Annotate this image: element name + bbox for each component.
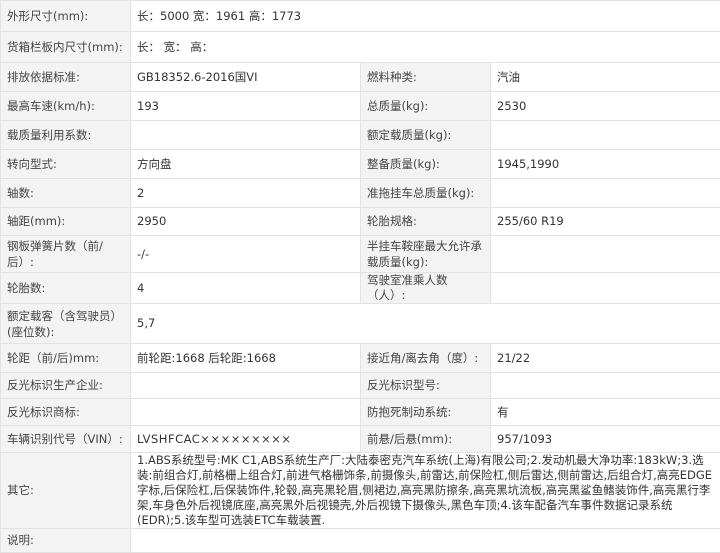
row-seats: 额定载客（含驾驶员）(座位数): 5,7	[1, 304, 720, 344]
row-steering: 转向型式: 方向盘 整备质量(kg): 1945,1990	[1, 150, 720, 179]
row-axles: 轴数: 2 准拖挂车总质量(kg):	[1, 179, 720, 208]
value-rated-passengers: 5,7	[131, 304, 720, 344]
label-saddle-load: 半挂车鞍座最大允许承载质量(kg):	[361, 236, 491, 273]
value-trailer-mass	[491, 179, 720, 208]
value-load-coefficient	[131, 121, 361, 150]
value-cab-occupants	[491, 273, 720, 304]
label-max-speed: 最高车速(km/h):	[1, 92, 131, 121]
value-tire-spec: 255/60 R19	[491, 208, 720, 236]
row-track: 轮距（前/后)mm: 前轮距:1668 后轮距:1668 接近角/离去角（度）:…	[1, 344, 720, 373]
value-overhang: 957/1093	[491, 426, 720, 453]
label-curb-mass: 整备质量(kg):	[361, 150, 491, 179]
value-leaf-springs: -/-	[131, 236, 361, 273]
value-dimensions: 长：5000 宽：1961 高：1773	[131, 1, 720, 32]
label-reflective-model: 反光标识型号:	[361, 373, 491, 399]
label-total-mass: 总质量(kg):	[361, 92, 491, 121]
row-springs: 钢板弹簧片数（前/后）: -/- 半挂车鞍座最大允许承载质量(kg):	[1, 236, 720, 273]
value-approach-departure: 21/22	[491, 344, 720, 373]
row-reflective-maker: 反光标识生产企业: 反光标识型号:	[1, 373, 720, 399]
label-emission-standard: 排放依据标准:	[1, 63, 131, 92]
label-reflective-maker: 反光标识生产企业:	[1, 373, 131, 399]
value-saddle-load	[491, 236, 720, 273]
value-reflective-trademark	[131, 399, 361, 426]
label-axle-count: 轴数:	[1, 179, 131, 208]
label-trailer-mass: 准拖挂车总质量(kg):	[361, 179, 491, 208]
label-load-coefficient: 载质量利用系数:	[1, 121, 131, 150]
label-leaf-springs: 钢板弹簧片数（前/后）:	[1, 236, 131, 273]
label-vin: 车辆识别代号（VIN）:	[1, 426, 131, 453]
label-overhang: 前悬/后悬(mm):	[361, 426, 491, 453]
label-rated-passengers: 额定载客（含驾驶员）(座位数):	[1, 304, 131, 344]
value-emission-standard: GB18352.6-2016国VI	[131, 63, 361, 92]
value-other-notes: 1.ABS系统型号:MK C1,ABS系统生产厂:大陆泰密克汽车系统(上海)有限…	[131, 453, 720, 529]
row-vin: 车辆识别代号（VIN）: LVSHFCAC××××××××× 前悬/后悬(mm)…	[1, 426, 720, 453]
value-cargo-box: 长： 宽： 高：	[131, 32, 720, 63]
label-wheelbase: 轴距(mm):	[1, 208, 131, 236]
row-cargo-box: 货箱栏板内尺寸(mm): 长： 宽： 高：	[1, 32, 720, 63]
row-load: 载质量利用系数: 额定载质量(kg):	[1, 121, 720, 150]
label-dimensions: 外形尺寸(mm):	[1, 1, 131, 32]
label-approach-departure: 接近角/离去角（度）:	[361, 344, 491, 373]
value-axle-count: 2	[131, 179, 361, 208]
label-track-width: 轮距（前/后)mm:	[1, 344, 131, 373]
value-abs: 有	[491, 399, 720, 426]
label-fuel-type: 燃料种类:	[361, 63, 491, 92]
value-reflective-maker	[131, 373, 361, 399]
row-reflective-mark: 反光标识商标: 防抱死制动系统: 有	[1, 399, 720, 426]
label-cab-occupants: 驾驶室准乘人数（人）:	[361, 273, 491, 304]
value-reflective-model	[491, 373, 720, 399]
row-emission: 排放依据标准: GB18352.6-2016国VI 燃料种类: 汽油	[1, 63, 720, 92]
label-abs: 防抱死制动系统:	[361, 399, 491, 426]
label-other: 其它:	[1, 453, 131, 529]
row-tires: 轮胎数: 4 驾驶室准乘人数（人）:	[1, 273, 720, 304]
value-track-width: 前轮距:1668 后轮距:1668	[131, 344, 361, 373]
row-wheelbase: 轴距(mm): 2950 轮胎规格: 255/60 R19	[1, 208, 720, 236]
label-steering-type: 转向型式:	[1, 150, 131, 179]
value-tire-count: 4	[131, 273, 361, 304]
value-curb-mass: 1945,1990	[491, 150, 720, 179]
vehicle-spec-sheet: 外形尺寸(mm): 长：5000 宽：1961 高：1773 货箱栏板内尺寸(m…	[0, 0, 720, 549]
value-rated-load	[491, 121, 720, 150]
value-total-mass: 2530	[491, 92, 720, 121]
label-reflective-trademark: 反光标识商标:	[1, 399, 131, 426]
value-steering-type: 方向盘	[131, 150, 361, 179]
value-vin: LVSHFCAC×××××××××	[131, 426, 361, 453]
value-max-speed: 193	[131, 92, 361, 121]
row-other: 其它: 1.ABS系统型号:MK C1,ABS系统生产厂:大陆泰密克汽车系统(上…	[1, 453, 720, 529]
vehicle-spec-table: 外形尺寸(mm): 长：5000 宽：1961 高：1773 货箱栏板内尺寸(m…	[0, 0, 720, 553]
value-fuel-type: 汽油	[491, 63, 720, 92]
label-tire-count: 轮胎数:	[1, 273, 131, 304]
value-wheelbase: 2950	[131, 208, 361, 236]
label-rated-load: 额定载质量(kg):	[361, 121, 491, 150]
label-tire-spec: 轮胎规格:	[361, 208, 491, 236]
label-cargo-box: 货箱栏板内尺寸(mm):	[1, 32, 131, 63]
row-dimensions: 外形尺寸(mm): 长：5000 宽：1961 高：1773	[1, 1, 720, 32]
row-speed: 最高车速(km/h): 193 总质量(kg): 2530	[1, 92, 720, 121]
